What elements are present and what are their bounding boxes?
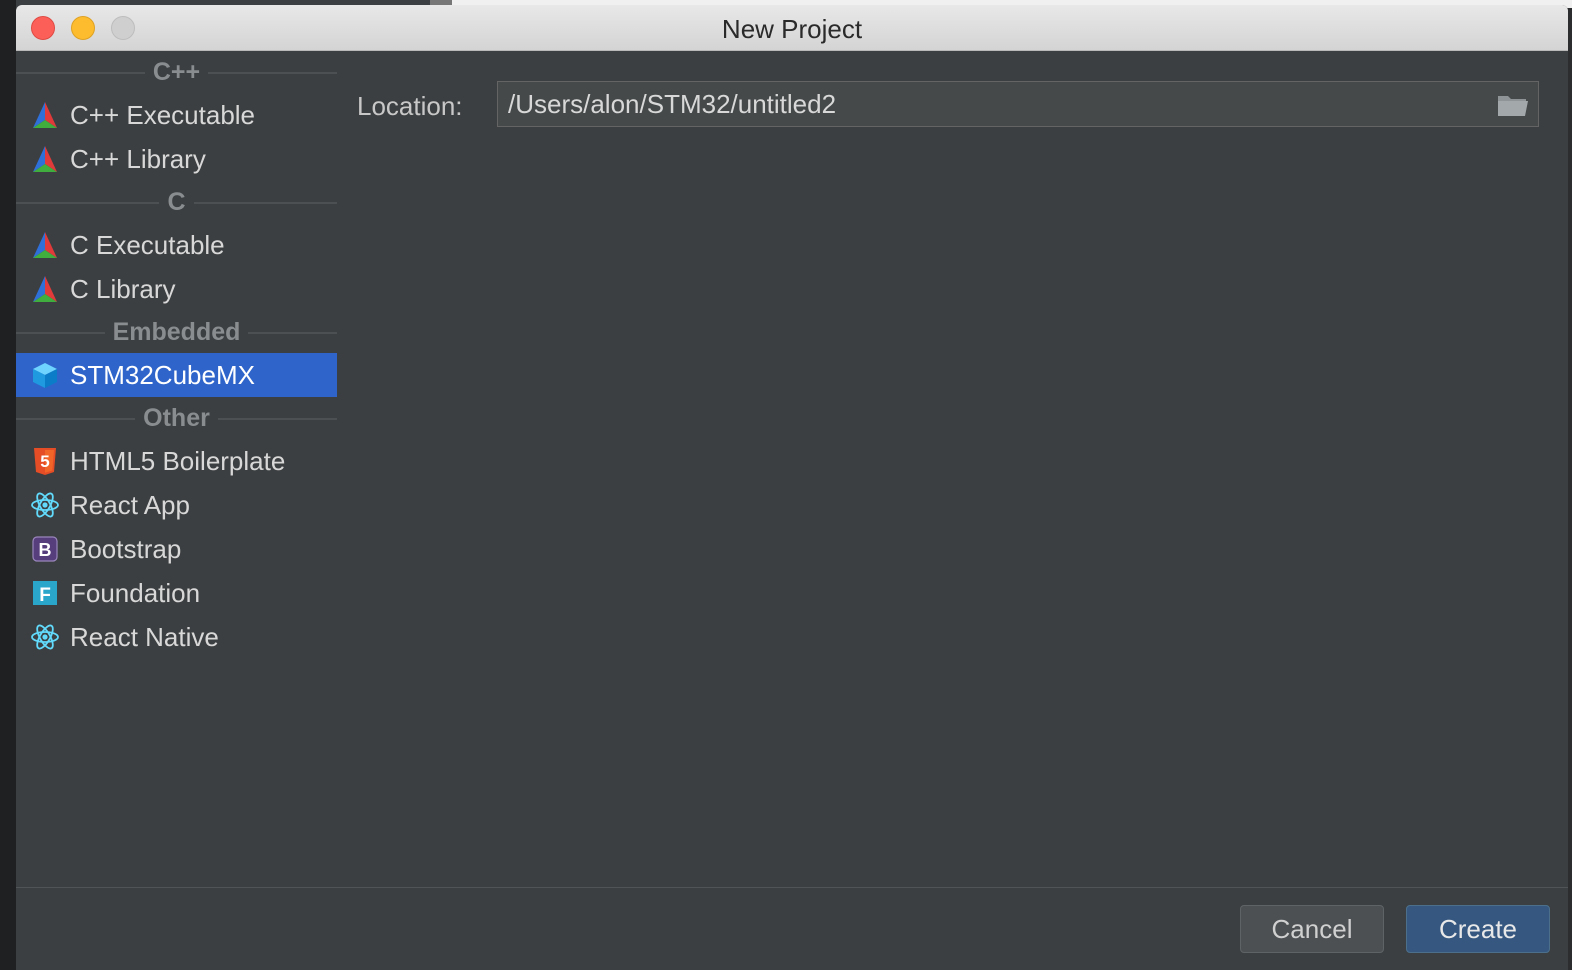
location-label: Location: (357, 91, 463, 121)
sidebar-item-label: React Native (70, 621, 219, 652)
bootstrap-icon: B (30, 534, 60, 564)
project-settings-panel: Location: (337, 51, 1568, 887)
group-header-other: Other (16, 397, 337, 439)
sidebar-item-label: Bootstrap (70, 533, 182, 564)
window-title: New Project (721, 14, 863, 44)
project-type-list: C++ C++ Executable C++ Library C C Execu… (16, 51, 337, 887)
react-icon (30, 622, 60, 652)
background-window-edge (0, 0, 16, 970)
sidebar-item-bootstrap[interactable]: B Bootstrap (16, 527, 337, 571)
sidebar-item-label: React App (70, 489, 190, 520)
html5-icon: 5 (30, 446, 60, 476)
svg-text:5: 5 (40, 452, 49, 471)
sidebar-item-cpp-library[interactable]: C++ Library (16, 137, 337, 181)
sidebar-item-label: C Library (70, 273, 176, 304)
sidebar-item-react-app[interactable]: React App (16, 483, 337, 527)
group-header-cpp: C++ (16, 51, 337, 93)
svg-text:B: B (39, 540, 52, 560)
new-project-dialog: New Project C++ C++ Executable C++ Libra… (16, 5, 1568, 970)
cancel-button[interactable]: Cancel (1240, 905, 1384, 953)
cmake-icon (30, 230, 60, 260)
sidebar-item-c-library[interactable]: C Library (16, 267, 337, 311)
react-icon (30, 490, 60, 520)
sidebar-item-label: Foundation (70, 577, 201, 608)
sidebar-item-label: C++ Library (70, 143, 206, 174)
sidebar-item-cpp-executable[interactable]: C++ Executable (16, 93, 337, 137)
sidebar-item-react-native[interactable]: React Native (16, 615, 337, 659)
group-header-embedded: Embedded (16, 311, 337, 353)
create-button[interactable]: Create (1406, 905, 1550, 953)
dialog-footer: Cancel Create (16, 887, 1568, 970)
sidebar-item-label: HTML5 Boilerplate (70, 445, 286, 476)
sidebar-item-html5-boilerplate[interactable]: 5 HTML5 Boilerplate (16, 439, 337, 483)
cube-icon (30, 360, 60, 390)
sidebar-item-label: C++ Executable (70, 99, 256, 130)
group-header-c: C (16, 181, 337, 223)
title-bar: New Project (16, 5, 1568, 51)
sidebar-item-label: STM32CubeMX (70, 359, 255, 390)
cmake-icon (30, 144, 60, 174)
foundation-icon: F (30, 578, 60, 608)
location-input[interactable] (497, 81, 1539, 127)
sidebar-item-foundation[interactable]: F Foundation (16, 571, 337, 615)
svg-text:F: F (39, 585, 51, 606)
folder-icon[interactable] (1497, 93, 1529, 117)
sidebar-item-stm32cubemx[interactable]: STM32CubeMX (16, 353, 337, 397)
sidebar-item-c-executable[interactable]: C Executable (16, 223, 337, 267)
sidebar-item-label: C Executable (70, 229, 225, 260)
cmake-icon (30, 100, 60, 130)
cmake-icon (30, 274, 60, 304)
